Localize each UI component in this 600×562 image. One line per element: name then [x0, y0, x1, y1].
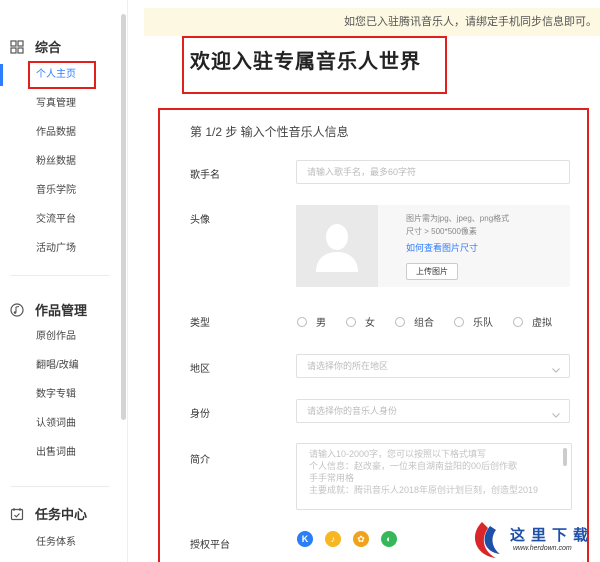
watermark-text: 这里下载 [510, 526, 595, 544]
sidebar-item-community[interactable]: 交流平台 [36, 213, 76, 227]
type-radio-group: 男 女 组合 乐队 虚拟 [297, 314, 572, 329]
sidebar-item-works-data[interactable]: 作品数据 [36, 126, 76, 140]
avatar-placeholder-icon[interactable] [296, 205, 378, 287]
bio-placeholder-line: 请输入10-2000字，您可以按照以下格式填写 [309, 449, 487, 459]
section-tasks[interactable]: 任务中心 [10, 504, 87, 523]
section-title: 综合 [35, 40, 62, 55]
type-radio-group-option[interactable]: 组合 [395, 314, 434, 329]
sidebar-item-task-system[interactable]: 任务体系 [36, 536, 76, 550]
sidebar-item-digital-album[interactable]: 数字专辑 [36, 388, 76, 402]
sidebar-item-fans-data[interactable]: 粉丝数据 [36, 155, 76, 169]
radio-circle-icon [454, 316, 464, 327]
bio-label: 简介 [190, 455, 210, 466]
avatar-size-hint: 尺寸 > 500*500像素 [406, 227, 477, 236]
section-title: 作品管理 [35, 303, 88, 318]
bio-textarea[interactable]: 请输入10-2000字，您可以按照以下格式填写 个人信息：赵改豪，一位来自湖南益… [296, 443, 572, 510]
type-radio-band[interactable]: 乐队 [454, 314, 493, 329]
radio-circle-icon [395, 316, 405, 327]
radio-circle-icon [297, 316, 307, 327]
sidebar-item-original[interactable]: 原创作品 [36, 330, 76, 344]
image-size-help-link[interactable]: 如何查看图片尺寸 [406, 241, 478, 254]
avatar-format-hint: 图片需为jpg、jpeg、png格式 [406, 214, 510, 223]
region-label: 地区 [190, 364, 210, 375]
section-works[interactable]: 作品管理 [10, 300, 87, 319]
type-radio-male[interactable]: 男 [297, 314, 326, 329]
quanmin-icon[interactable]: ◐ [381, 531, 397, 547]
bio-placeholder-line: 个人信息：赵改豪，一位来自湖南益阳的00后创作歌 [309, 461, 518, 471]
sidebar-item-sell-songs[interactable]: 出售词曲 [36, 446, 76, 460]
platforms-label: 授权平台 [190, 540, 230, 551]
type-radio-female[interactable]: 女 [346, 314, 375, 329]
chevron-down-icon [551, 406, 561, 418]
region-placeholder: 请选择你的所在地区 [307, 361, 389, 371]
sidebar-item-claim-songs[interactable]: 认领词曲 [36, 417, 76, 431]
identity-placeholder: 请选择你的音乐人身份 [307, 406, 398, 416]
kuwo-icon[interactable]: ✿ [353, 531, 369, 547]
section-title: 任务中心 [35, 507, 88, 522]
notice-bar: 如您已入驻腾讯音乐人，请绑定手机同步信息即可。 [144, 8, 600, 36]
divider [10, 486, 110, 487]
active-indicator [0, 64, 3, 86]
textarea-scrollbar[interactable] [563, 448, 567, 466]
sidebar-item-music-academy[interactable]: 音乐学院 [36, 184, 76, 198]
divider [10, 275, 110, 276]
sidebar-scrollbar[interactable] [121, 14, 126, 420]
type-radio-virtual[interactable]: 虚拟 [513, 314, 552, 329]
radio-circle-icon [513, 316, 523, 327]
music-note-icon [10, 302, 24, 317]
watermark-url: www.herdown.com [513, 545, 572, 552]
section-general[interactable]: 综合 [10, 37, 61, 56]
highlight-box [28, 61, 96, 89]
chevron-down-icon [551, 361, 561, 373]
identity-select[interactable]: 请选择你的音乐人身份 [296, 399, 570, 423]
radio-circle-icon [346, 316, 356, 327]
sidebar-item-events[interactable]: 活动广场 [36, 242, 76, 256]
sidebar: 综合 个人主页 写真管理 作品数据 粉丝数据 音乐学院 交流平台 活动广场 作品… [0, 0, 128, 562]
platform-list: K ♪ ✿ ◐ [297, 531, 397, 547]
sidebar-item-cover[interactable]: 翻唱/改编 [36, 359, 79, 373]
step-title: 第 1/2 步 输入个性音乐人信息 [190, 125, 349, 139]
identity-label: 身份 [190, 409, 210, 420]
grid-icon [10, 39, 24, 54]
upload-image-button[interactable]: 上传图片 [406, 263, 458, 280]
qq-music-icon[interactable]: ♪ [325, 531, 341, 547]
kugou-icon[interactable]: K [297, 531, 313, 547]
singer-name-label: 歌手名 [190, 170, 220, 181]
avatar-label: 头像 [190, 215, 210, 226]
sidebar-item-photos[interactable]: 写真管理 [36, 97, 76, 111]
bio-placeholder-line: 主要成就：腾讯音乐人2018年原创计划巨刻，创造型2019 [309, 485, 539, 495]
avatar-upload-area: 图片需为jpg、jpeg、png格式 尺寸 > 500*500像素 如何查看图片… [296, 205, 570, 287]
bio-placeholder-line: 手手常用格 [309, 473, 355, 483]
type-label: 类型 [190, 318, 210, 329]
singer-name-input[interactable]: 请输入歌手名，最多60字符 [296, 160, 570, 184]
region-select[interactable]: 请选择你的所在地区 [296, 354, 570, 378]
page-title: 欢迎入驻专属音乐人世界 [190, 51, 421, 73]
calendar-check-icon [10, 507, 24, 521]
